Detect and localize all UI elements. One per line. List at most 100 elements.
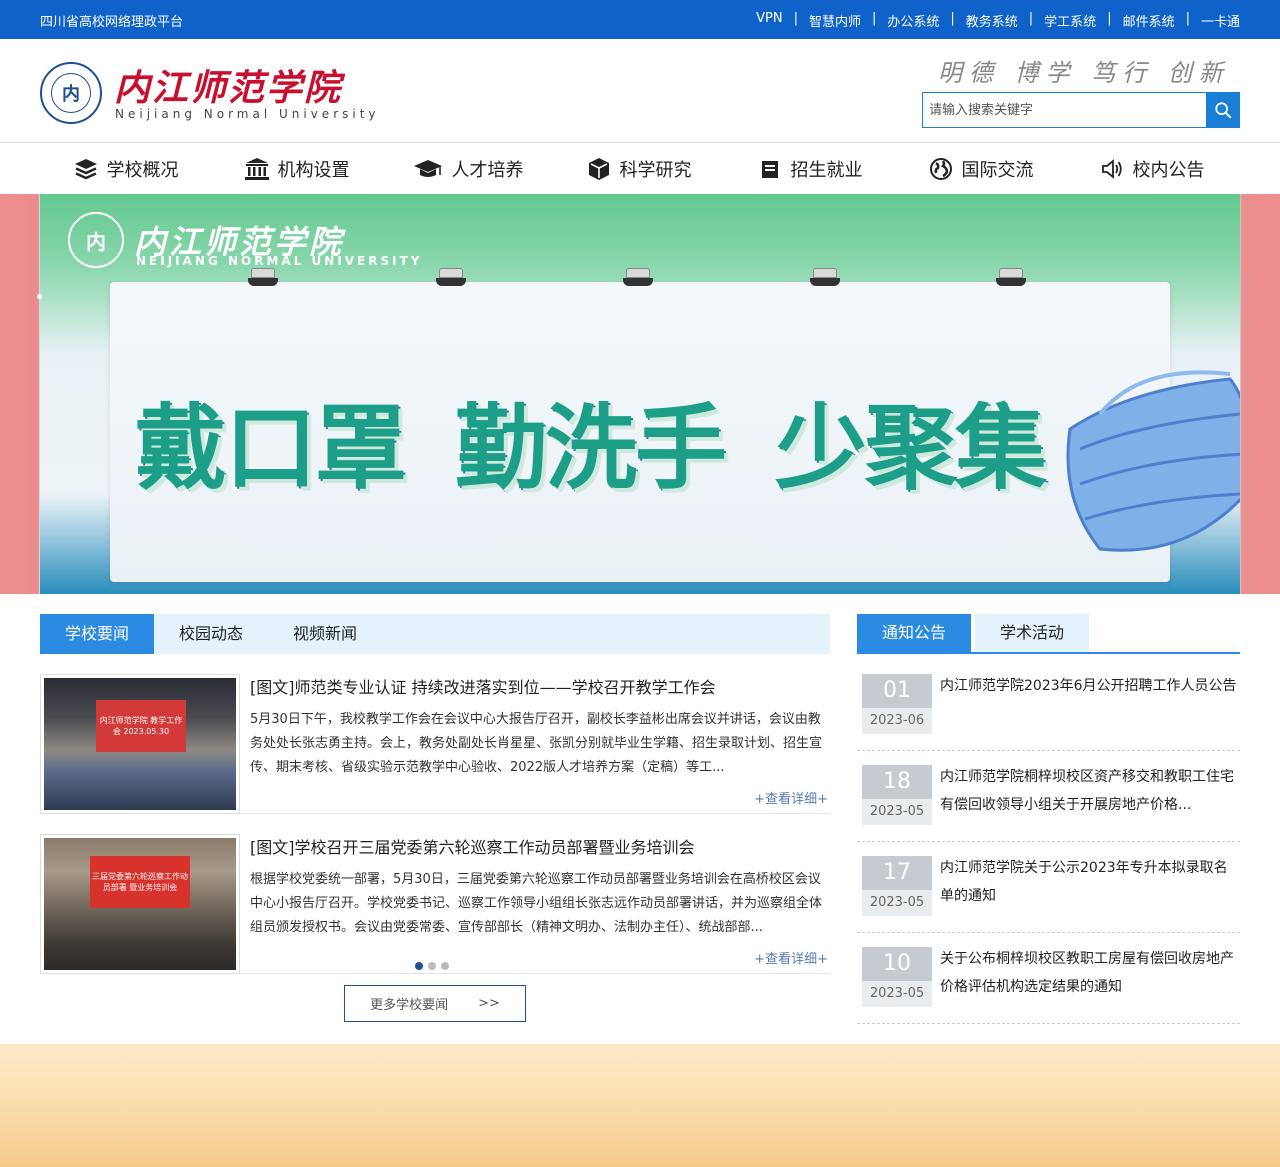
nav-item-announcements[interactable]: 校内公告 [1066,143,1237,194]
banner-university-name-en: NEIJIANG NORMAL UNIVERSITY [136,254,423,268]
banner-indicator[interactable] [37,294,42,299]
spotlight-icon [436,268,466,288]
notice-year-month: 2023-06 [869,713,925,728]
speaker-icon [1101,158,1122,179]
globe-icon [929,157,952,180]
face-mask-illustration [1066,370,1240,552]
seal-center: 内 [51,73,91,113]
news-thumbnail[interactable]: 三届党委第六轮巡察工作动员部署 暨业务培训会 [40,834,240,974]
university-name-cn[interactable]: 内江师范学院 [114,59,342,111]
notice-date-badge: 01 2023-06 [862,674,932,734]
spotlight-icon [996,268,1026,288]
notice-day: 10 [862,947,932,981]
cube-icon [588,157,609,180]
separator: | [1107,11,1112,26]
news-detail-link[interactable]: +查看详细+ [754,948,828,967]
notice-year-month: 2023-05 [869,895,925,910]
nav-item-talent-training[interactable]: 人才培养 [382,143,553,194]
more-news-button[interactable]: 更多学校要闻 >> [344,985,526,1022]
header: 内 内江师范学院 Neijiang Normal University 明德 博… [0,39,1280,143]
search-button[interactable] [1206,93,1239,127]
news-detail-link[interactable]: +查看详细+ [754,788,828,807]
nav-label: 学校概况 [106,159,179,181]
slogan-text: 戴口罩 [135,395,407,502]
academic-system-link[interactable]: 教务系统 [966,11,1018,30]
separator: | [1028,11,1034,26]
separator: | [950,11,955,26]
news-summary: 根据学校党委统一部署，5月30日，三届党委第六轮巡察工作动员部署暨业务培训会在高… [250,872,823,935]
separator: | [793,11,798,26]
spotlight-icon [623,268,653,288]
hero-banner[interactable]: 内 内江师范学院 NEIJIANG NORMAL UNIVERSITY 戴口罩 … [40,194,1240,594]
carousel-dot[interactable] [441,962,449,970]
briefcase-icon [761,160,778,178]
top-links: VPN | 智慧内师 | 办公系统 | 教务系统 | 学工系统 | 邮件系统 | 一卡通 [756,11,1240,30]
nav-label: 国际交流 [961,159,1034,181]
spotlight-icon [810,268,840,288]
notice-title[interactable]: 内江师范学院2023年6月公开招聘工作人员公告 [940,672,1240,700]
more-news-label: 更多学校要闻 [370,998,449,1013]
vpn-link[interactable]: VPN [756,11,782,30]
main-nav: 学校概况 机构设置 人才培养 科学研究 招生就业 国际交流 校内公告 [0,143,1280,194]
nav-item-admission-employment[interactable]: 招生就业 [724,143,895,194]
news-thumbnail[interactable]: 内江师范学院 教学工作会 2023.05.30 [40,674,240,814]
slogan-row: 戴口罩 勤洗手 少聚集 [135,374,1047,507]
platform-link[interactable]: 四川省高校网络理政平台 [40,11,183,30]
student-affairs-link[interactable]: 学工系统 [1044,11,1096,30]
news-summary: 5月30日下午，我校教学工作会在会议中心大报告厅召开，副校长李益彬出席会议并讲话… [250,712,823,775]
notice-year-month: 2023-05 [869,804,925,819]
carousel-dots [415,962,449,970]
notice-item: 10 2023-05 关于公布桐梓坝校区教职工房屋有偿回收房地产价格评估机构选定… [857,933,1240,1024]
notice-day: 17 [862,856,932,890]
notice-date-badge: 17 2023-05 [862,856,932,916]
banner-seal-logo: 内 [68,212,124,268]
graduation-cap-icon [413,159,442,177]
news-item: 内江师范学院 教学工作会 2023.05.30 [图文]师范类专业认证 持续改进… [40,674,830,814]
slogan-text: 少聚集 [775,395,1047,502]
news-title[interactable]: [图文]学校召开三届党委第六轮巡察工作动员部署暨业务培训会 [250,834,695,858]
tab-school-news[interactable]: 学校要闻 [40,614,155,654]
university-seal-logo[interactable]: 内 [40,62,102,124]
separator: | [1185,11,1190,26]
news-title[interactable]: [图文]师范类专业认证 持续改进落实到位——学校召开教学工作会 [250,674,716,698]
nav-label: 招生就业 [790,159,863,181]
tab-video-news[interactable]: 视频新闻 [268,614,382,654]
carousel-dot[interactable] [415,962,423,970]
notice-day: 18 [862,765,932,799]
tab-campus-updates[interactable]: 校园动态 [154,614,268,654]
nav-item-about[interactable]: 学校概况 [40,143,211,194]
slogan-text: 勤洗手 [455,395,727,502]
double-arrow-icon: >> [478,996,500,1011]
notice-day: 01 [862,674,932,708]
smart-nj-link[interactable]: 智慧内师 [809,11,861,30]
school-motto: 明德 博学 笃行 创新 [938,59,1230,87]
institution-icon [244,157,269,180]
nav-label: 校内公告 [1132,159,1205,181]
nav-item-international[interactable]: 国际交流 [895,143,1066,194]
university-name-en: Neijiang Normal University [115,107,380,121]
notice-title[interactable]: 内江师范学院桐梓坝校区资产移交和教职工住宅有偿回收领导小组关于开展房地产价格..… [940,763,1240,819]
thumbnail-screen-text: 三届党委第六轮巡察工作动员部署 暨业务培训会 [90,856,190,908]
office-system-link[interactable]: 办公系统 [887,11,939,30]
news-item: 三届党委第六轮巡察工作动员部署 暨业务培训会 [图文]学校召开三届党委第六轮巡察… [40,834,830,974]
bottom-background [0,1044,1280,1167]
top-bar: 四川省高校网络理政平台 VPN | 智慧内师 | 办公系统 | 教务系统 | 学工系统 |… [0,0,1280,39]
nav-item-research[interactable]: 科学研究 [553,143,724,194]
mail-system-link[interactable]: 邮件系统 [1123,11,1175,30]
search-input[interactable] [923,93,1206,127]
notice-item: 17 2023-05 内江师范学院关于公示2023年专升本拟录取名单的通知 [857,842,1240,933]
notice-title[interactable]: 关于公布桐梓坝校区教职工房屋有偿回收房地产价格评估机构选定结果的通知 [940,945,1240,1001]
search-icon [1214,102,1231,119]
notice-date-badge: 18 2023-05 [862,765,932,825]
tab-notices[interactable]: 通知公告 [857,614,972,652]
search-box [922,92,1240,128]
carousel-dot[interactable] [428,962,436,970]
tab-academic-activities[interactable]: 学术活动 [975,614,1090,652]
nav-item-institutions[interactable]: 机构设置 [211,143,382,194]
news-tabs: 学校要闻 校园动态 视频新闻 [40,614,830,654]
notice-year-month: 2023-05 [869,986,925,1001]
thumbnail-screen-text: 内江师范学院 教学工作会 2023.05.30 [96,700,186,752]
notice-item: 18 2023-05 内江师范学院桐梓坝校区资产移交和教职工住宅有偿回收领导小组… [857,751,1240,842]
campus-card-link[interactable]: 一卡通 [1201,11,1240,30]
notice-title[interactable]: 内江师范学院关于公示2023年专升本拟录取名单的通知 [940,854,1240,910]
